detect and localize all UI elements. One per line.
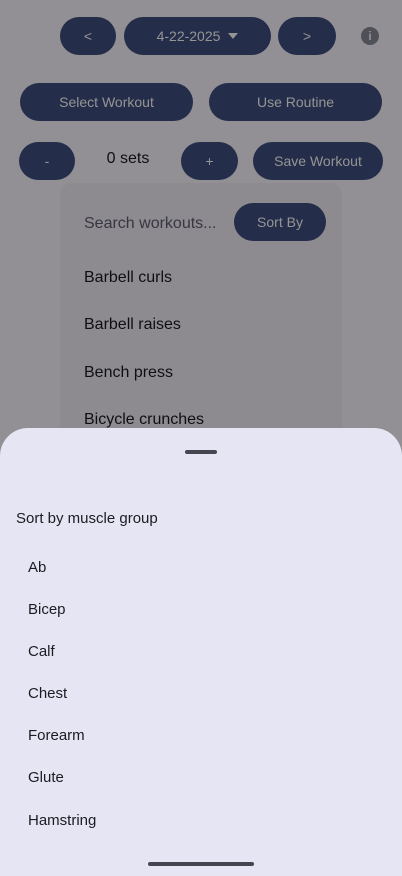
muscle-group-item[interactable]: Calf — [28, 643, 55, 660]
sheet-title: Sort by muscle group — [16, 510, 158, 527]
muscle-group-item[interactable]: Chest — [28, 685, 67, 702]
drag-handle[interactable] — [185, 450, 217, 454]
muscle-group-item[interactable]: Hamstring — [28, 812, 96, 829]
muscle-group-item[interactable]: Forearm — [28, 727, 85, 744]
muscle-group-item[interactable]: Glute — [28, 769, 64, 786]
sort-bottom-sheet: Sort by muscle group Ab Bicep Calf Chest… — [0, 428, 402, 876]
gesture-bar[interactable] — [148, 862, 254, 866]
muscle-group-item[interactable]: Ab — [28, 559, 46, 576]
muscle-group-item[interactable]: Bicep — [28, 601, 66, 618]
